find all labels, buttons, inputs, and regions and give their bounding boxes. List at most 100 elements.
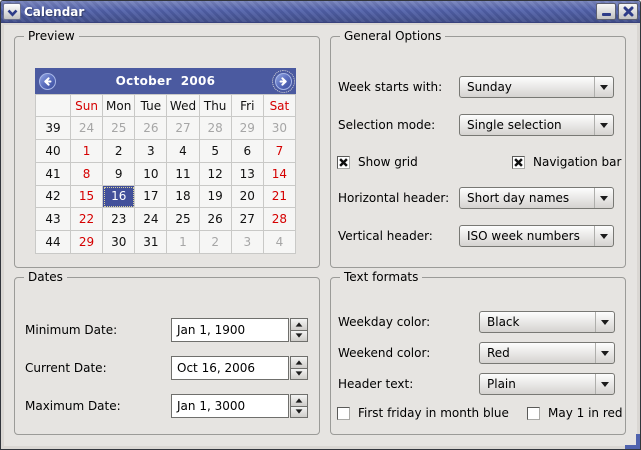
calendar-day-cell[interactable]: 27 — [167, 117, 199, 140]
calendar-day-cell[interactable]: 20 — [232, 186, 264, 209]
minimize-button[interactable] — [596, 3, 616, 20]
calendar-day-cell[interactable]: 30 — [264, 117, 296, 140]
calendar-day-cell[interactable]: 29 — [232, 117, 264, 140]
spin-down-button[interactable] — [290, 369, 308, 381]
week-starts-select[interactable]: Sunday — [459, 76, 614, 98]
weekend-color-select[interactable]: Red — [479, 342, 615, 364]
chevron-down-icon — [594, 188, 613, 208]
selection-mode-select[interactable]: Single selection — [459, 114, 614, 136]
calendar-day-cell[interactable]: 17 — [135, 186, 167, 209]
minimum-date-label: Minimum Date: — [25, 319, 117, 341]
calendar-day-cell[interactable]: 3 — [232, 231, 264, 254]
preview-group-title: Preview — [24, 29, 79, 44]
calendar-day-cell[interactable]: 2 — [200, 231, 232, 254]
next-month-button[interactable] — [275, 73, 292, 90]
calendar-day-cell[interactable]: 24 — [135, 208, 167, 231]
triangle-up-icon — [296, 360, 303, 364]
calendar-day-cell[interactable]: 21 — [264, 186, 296, 209]
vertical-header-label: Vertical header: — [338, 225, 433, 247]
calendar-day-header: Fri — [232, 95, 264, 117]
combo-value: Black — [480, 315, 595, 329]
calendar-week-number: 44 — [36, 231, 71, 254]
current-date-field[interactable]: Oct 16, 2006 — [171, 356, 289, 380]
calendar-day-cell[interactable]: 7 — [264, 140, 296, 163]
calendar-day-cell[interactable]: 30 — [103, 231, 135, 254]
calendar-day-cell[interactable]: 23 — [103, 208, 135, 231]
general-options-group-title: General Options — [340, 29, 445, 44]
calendar-day-cell[interactable]: 1 — [167, 231, 199, 254]
arrow-right-icon — [278, 72, 289, 91]
calendar-day-cell[interactable]: 25 — [167, 208, 199, 231]
calendar-day-cell[interactable]: 31 — [135, 231, 167, 254]
window-title: Calendar — [24, 5, 594, 19]
calendar-day-cell[interactable]: 12 — [200, 163, 232, 186]
spin-down-button[interactable] — [290, 407, 308, 419]
may-first-red-checkbox[interactable] — [527, 407, 540, 420]
resize-grip[interactable] — [625, 434, 640, 449]
week-starts-label: Week starts with: — [338, 76, 442, 98]
calendar-week-number: 40 — [36, 140, 71, 163]
check-x-icon — [513, 157, 524, 168]
calendar-day-cell[interactable]: 28 — [200, 117, 232, 140]
calendar-day-cell[interactable]: 15 — [71, 186, 103, 209]
header-text-label: Header text: — [338, 373, 413, 395]
calendar-day-cell[interactable]: 14 — [264, 163, 296, 186]
calendar-table: SunMonTueWedThuFriSat3924252627282930401… — [35, 94, 296, 254]
calendar-day-cell[interactable]: 4 — [167, 140, 199, 163]
calendar-week-number: 41 — [36, 163, 71, 186]
spin-down-button[interactable] — [290, 331, 308, 343]
calendar-day-cell[interactable]: 18 — [167, 186, 199, 209]
spin-up-button[interactable] — [290, 394, 308, 407]
calendar-day-cell[interactable]: 24 — [71, 117, 103, 140]
calendar-day-cell[interactable]: 25 — [103, 117, 135, 140]
calendar-day-cell[interactable]: 28 — [264, 208, 296, 231]
calendar-day-cell[interactable]: 19 — [200, 186, 232, 209]
calendar-month-year-label[interactable]: October2006 — [56, 74, 275, 88]
previous-month-button[interactable] — [39, 73, 56, 90]
calendar-day-cell[interactable]: 1 — [71, 140, 103, 163]
combo-value: Short day names — [460, 191, 594, 205]
maximum-date-field[interactable]: Jan 1, 3000 — [171, 394, 289, 418]
calendar-day-cell[interactable]: 27 — [232, 208, 264, 231]
calendar-day-cell[interactable]: 11 — [167, 163, 199, 186]
weekday-color-select[interactable]: Black — [479, 311, 615, 333]
spin-up-button[interactable] — [290, 356, 308, 369]
show-grid-checkbox[interactable] — [337, 156, 350, 169]
chevron-down-icon — [595, 343, 614, 363]
spin-up-button[interactable] — [290, 318, 308, 331]
combo-value: Sunday — [460, 80, 594, 94]
calendar-month: October — [116, 74, 172, 88]
navigation-bar-label: Navigation bar — [533, 155, 621, 169]
calendar-day-cell[interactable]: 26 — [135, 117, 167, 140]
window-menu-button[interactable] — [3, 3, 21, 20]
minimum-date-field[interactable]: Jan 1, 1900 — [171, 318, 289, 342]
chevron-down-icon — [594, 115, 613, 135]
calendar-week-number: 39 — [36, 117, 71, 140]
close-button[interactable] — [618, 3, 638, 20]
calendar-day-cell[interactable]: 2 — [103, 140, 135, 163]
maximum-date-label: Maximum Date: — [25, 395, 121, 417]
calendar-day-cell[interactable]: 13 — [232, 163, 264, 186]
navigation-bar-checkbox[interactable] — [512, 156, 525, 169]
calendar-day-cell[interactable]: 8 — [71, 163, 103, 186]
check-x-icon — [338, 157, 349, 168]
calendar-day-cell[interactable]: 22 — [71, 208, 103, 231]
calendar-day-cell[interactable]: 3 — [135, 140, 167, 163]
first-friday-blue-checkbox[interactable] — [337, 407, 350, 420]
calendar-day-cell[interactable]: 26 — [200, 208, 232, 231]
text-formats-group-title: Text formats — [340, 270, 422, 285]
calendar-window: Calendar Preview — [0, 0, 641, 450]
titlebar[interactable]: Calendar — [1, 1, 640, 23]
calendar-day-cell[interactable]: 5 — [200, 140, 232, 163]
chevron-down-icon — [595, 374, 614, 394]
header-text-select[interactable]: Plain — [479, 373, 615, 395]
calendar-day-cell[interactable]: 4 — [264, 231, 296, 254]
triangle-up-icon — [296, 398, 303, 402]
vertical-header-select[interactable]: ISO week numbers — [459, 225, 614, 247]
calendar-day-cell[interactable]: 16 — [103, 186, 135, 209]
calendar-day-cell[interactable]: 9 — [103, 163, 135, 186]
calendar-day-cell[interactable]: 29 — [71, 231, 103, 254]
calendar-day-cell[interactable]: 10 — [135, 163, 167, 186]
calendar-day-cell[interactable]: 6 — [232, 140, 264, 163]
horizontal-header-select[interactable]: Short day names — [459, 187, 614, 209]
